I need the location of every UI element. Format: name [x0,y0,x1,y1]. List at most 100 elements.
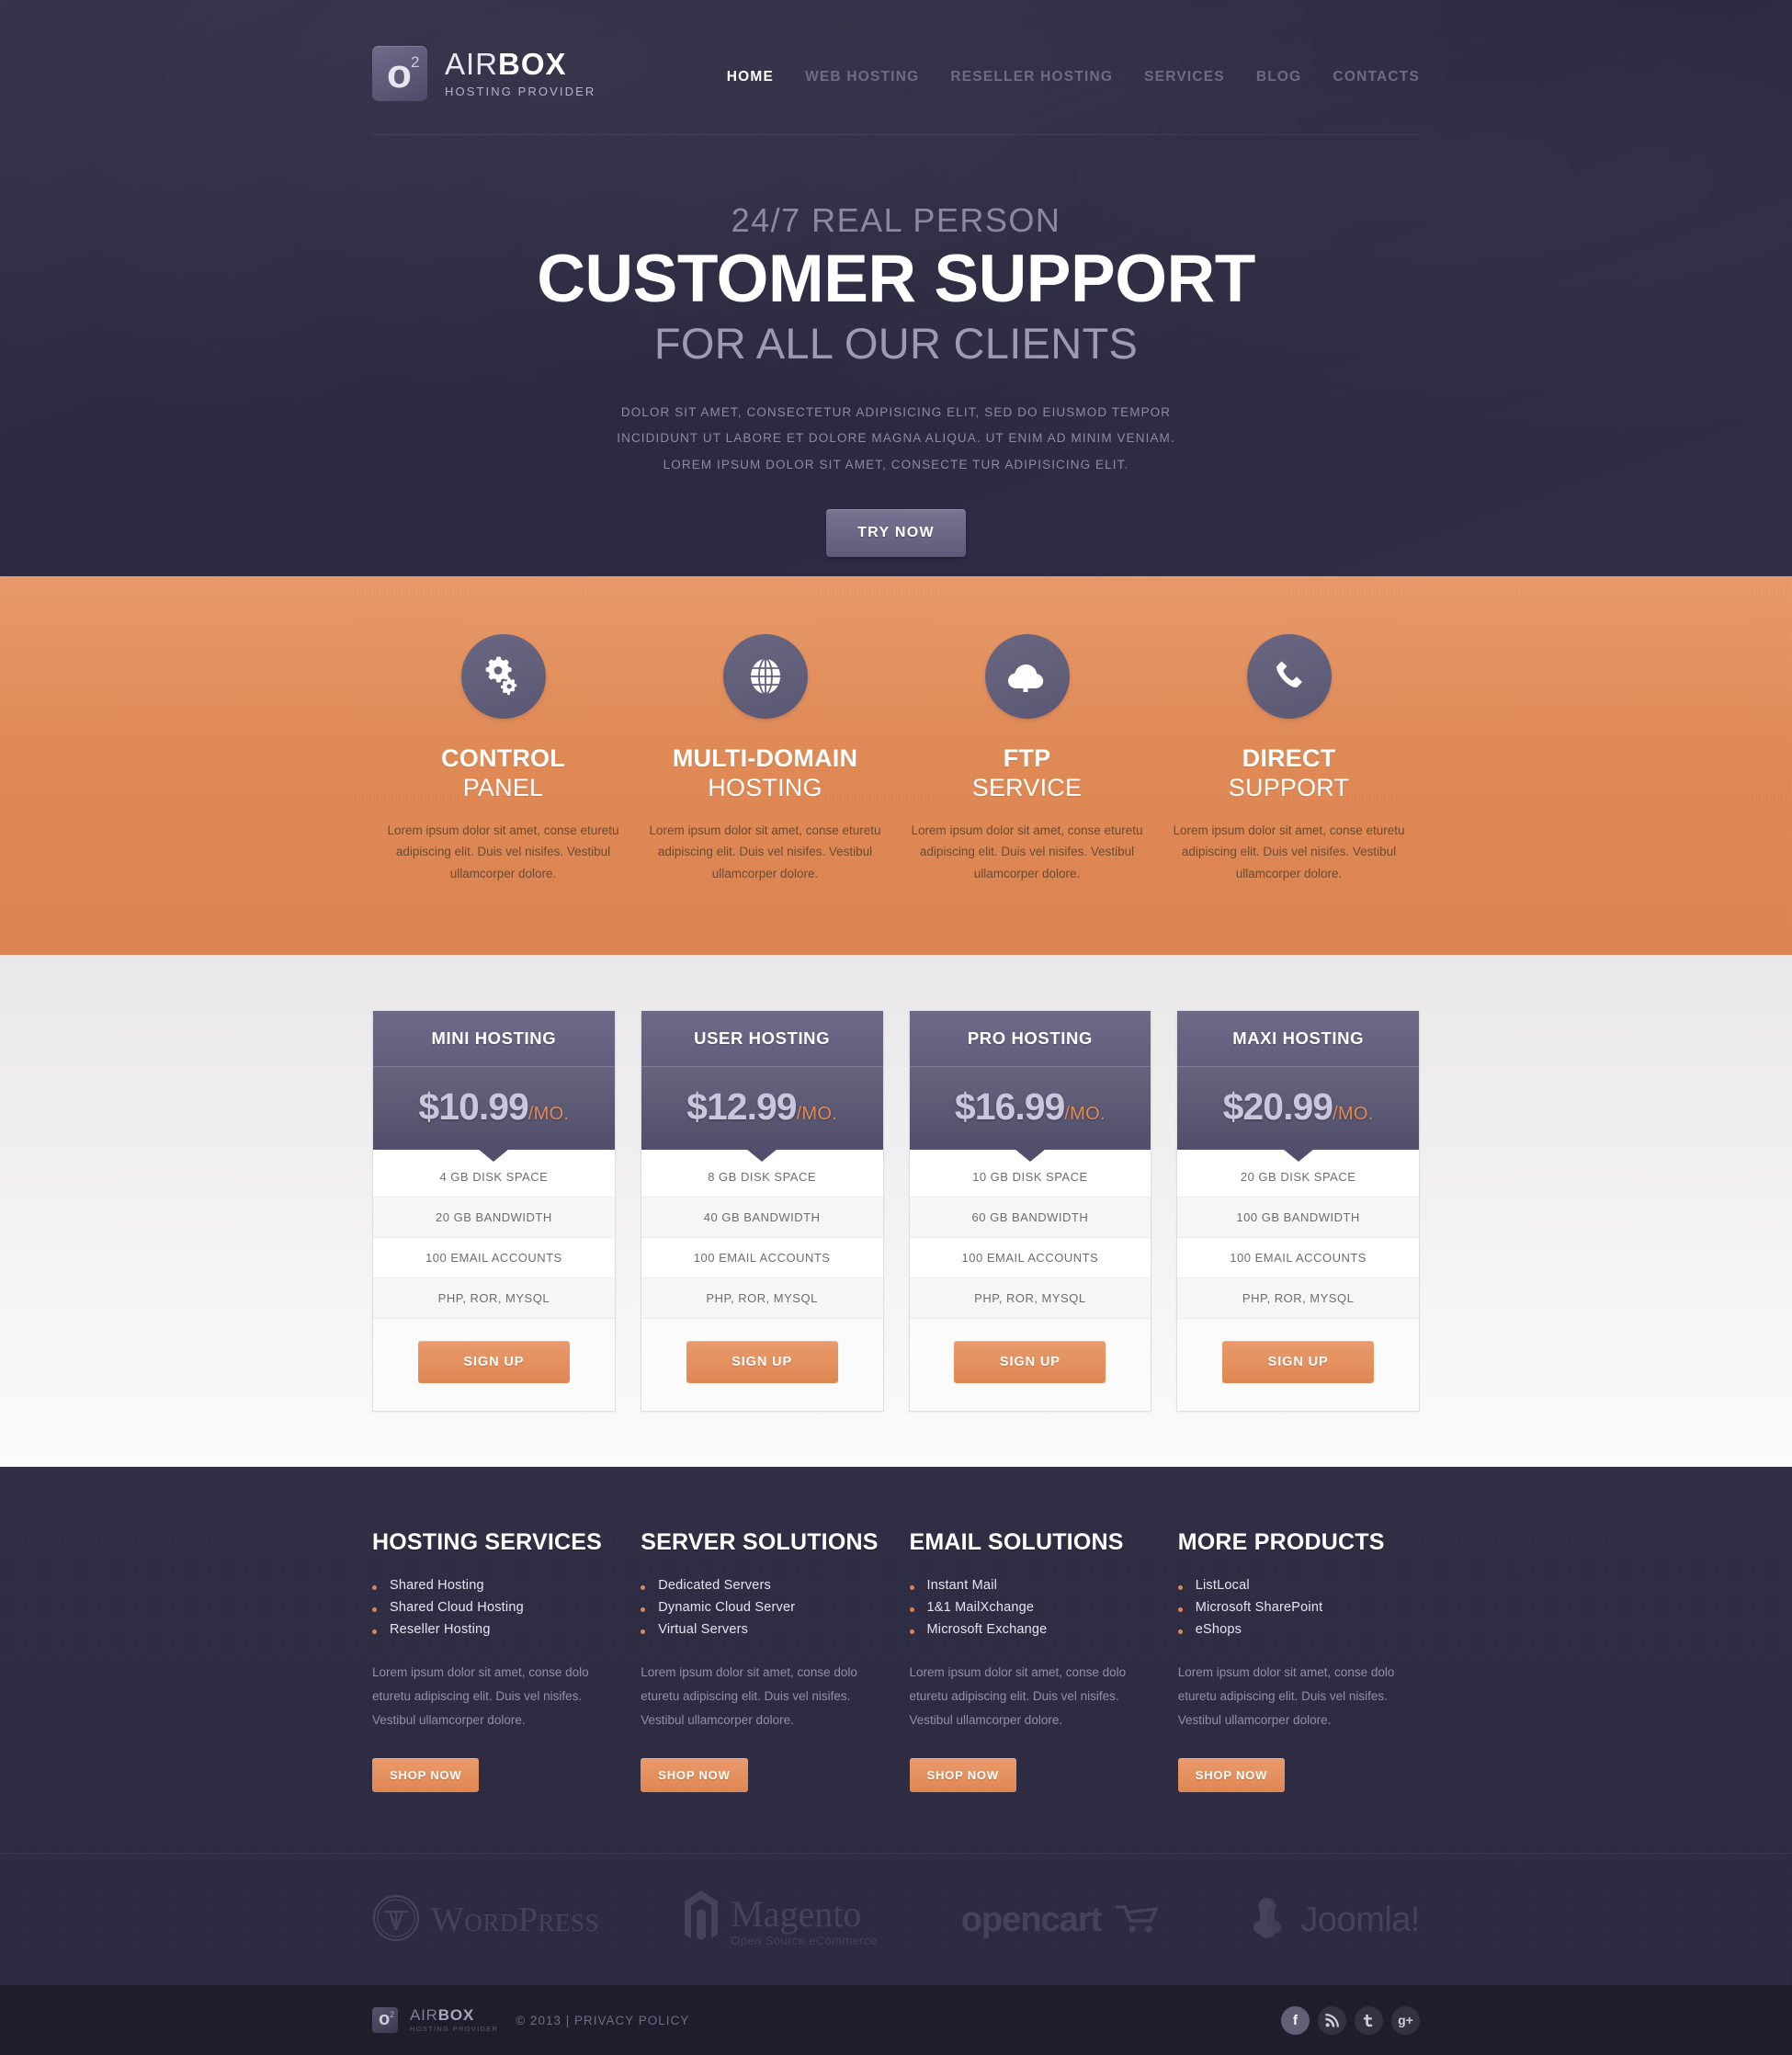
shop-now-button[interactable]: SHOP NOW [909,1757,1016,1792]
feature-control-panel: CONTROL PANEL Lorem ipsum dolor sit amet,… [372,634,634,885]
sign-up-button[interactable]: SIGN UP [417,1340,570,1383]
footer-text: Lorem ipsum dolor sit amet, conse dolo e… [372,1664,589,1728]
site-logo[interactable]: o 2 AIRBOX HOSTING PROVIDER [372,46,595,101]
feature-title-thin: SUPPORT [1228,773,1350,801]
brand-name: WordPress [431,1901,600,1940]
page-root: o 2 AIRBOX HOSTING PROVIDER HOME WEB HOS… [0,0,1792,2055]
footer-link[interactable]: Reseller Hosting [372,1618,614,1641]
plan-footer: SIGN UP [1177,1318,1419,1411]
footer-link[interactable]: Dynamic Cloud Server [641,1596,882,1618]
globe-icon [722,634,808,719]
feature-multi-domain-hosting: MULTI-DOMAIN HOSTING Lorem ipsum dolor si… [634,634,896,885]
plan-feature: PHP, ROR, MYSQL [641,1277,883,1319]
nav-item-contacts[interactable]: CONTACTS [1333,69,1420,85]
copyright-text[interactable]: © 2013 | PRIVACY POLICY [516,2014,689,2027]
footer-logo-name: AIRBOX [410,2007,498,2023]
nav-item-services[interactable]: SERVICES [1144,69,1225,85]
shop-now-button[interactable]: SHOP NOW [641,1757,748,1792]
plan-price-block: $10.99/MO. [373,1066,615,1150]
footer-link[interactable]: Instant Mail [909,1574,1151,1596]
feature-title-thin: HOSTING [708,773,822,801]
plan-period: /MO. [1064,1103,1106,1124]
footer-link[interactable]: eShops [1177,1618,1420,1641]
feature-title-thin: PANEL [462,773,544,801]
plan-price: $10.99 [418,1084,528,1128]
pricing-card-pro: PRO HOSTING $16.99/MO. 10 GB DISK SPACE … [908,1009,1152,1412]
features-section: CONTROL PANEL Lorem ipsum dolor sit amet,… [0,576,1792,955]
plan-period: /MO. [527,1103,570,1124]
footer-heading: SERVER SOLUTIONS [641,1528,879,1555]
plan-name: MINI HOSTING [373,1010,615,1067]
footer-link[interactable]: Microsoft SharePoint [1177,1596,1420,1618]
logo-mark-icon: o 2 [372,2007,398,2034]
logo-superscript: 2 [390,2010,395,2020]
google-plus-icon[interactable]: g+ [1391,2005,1420,2035]
feature-title: CONTROL PANEL [385,744,621,803]
feature-ftp-service: FTP SERVICE Lorem ipsum dolor sit amet, c… [896,634,1158,885]
plan-name: PRO HOSTING [909,1010,1151,1067]
plan-feature: 60 GB BANDWIDTH [909,1197,1151,1238]
brand-magento[interactable]: Magento Open Source eCommerce [683,1889,877,1952]
rss-icon[interactable] [1318,2005,1346,2035]
nav-item-blog[interactable]: BLOG [1256,69,1302,85]
plan-feature: 100 EMAIL ACCOUNTS [1177,1237,1419,1278]
feature-title-bold: MULTI-DOMAIN [672,744,858,772]
footer-link[interactable]: 1&1 MailXchange [909,1596,1151,1618]
plan-footer: SIGN UP [641,1318,883,1411]
shop-now-button[interactable]: SHOP NOW [1177,1757,1286,1792]
feature-direct-support: DIRECT SUPPORT Lorem ipsum dolor sit amet… [1158,634,1420,885]
brand-opencart[interactable]: opencart [961,1901,1162,1940]
nav-item-reseller-hosting[interactable]: RESELLER HOSTING [950,69,1113,85]
brand-wordpress[interactable]: WordPress [372,1894,599,1947]
twitter-icon[interactable] [1355,2005,1383,2035]
features-row: CONTROL PANEL Lorem ipsum dolor sit amet,… [372,634,1420,885]
footer-text: Lorem ipsum dolor sit amet, conse dolo e… [641,1664,857,1728]
brand-name: Magento [731,1893,862,1936]
brand-sub: Open Source eCommerce [731,1934,878,1948]
feature-text: Lorem ipsum dolor sit amet, conse eturet… [1173,823,1405,880]
sign-up-button[interactable]: SIGN UP [686,1340,838,1383]
sign-up-button[interactable]: SIGN UP [954,1340,1106,1383]
hero-kicker: 24/7 REAL PERSON [731,201,1061,239]
footer-link[interactable]: Shared Cloud Hosting [372,1596,614,1618]
feature-title: FTP SERVICE [909,744,1145,803]
footer-logo[interactable]: o 2 AIRBOX HOSTING PROVIDER © 2013 | PRI… [372,2007,689,2034]
footer-link[interactable]: Dedicated Servers [641,1574,882,1596]
plan-feature-list: 20 GB DISK SPACE 100 GB BANDWIDTH 100 EM… [1177,1149,1419,1319]
nav-item-web-hosting[interactable]: WEB HOSTING [805,69,919,85]
footer-columns: HOSTING SERVICES Shared Hosting Shared C… [372,1529,1420,1853]
logo-superscript: 2 [411,53,420,71]
nav-item-home[interactable]: HOME [727,69,774,85]
shop-now-button[interactable]: SHOP NOW [372,1757,480,1792]
opencart-cart-icon [1112,1902,1162,1939]
footer-column-server-solutions: SERVER SOLUTIONS Dedicated Servers Dynam… [641,1529,882,1792]
gears-icon [460,634,546,719]
footer-logo-wordmark: AIRBOX HOSTING PROVIDER [410,2007,498,2033]
footer-heading: HOSTING SERVICES [372,1528,603,1555]
phone-icon [1246,634,1332,719]
footer-heading: MORE PRODUCTS [1177,1528,1385,1555]
logo-tagline: HOSTING PROVIDER [445,85,596,98]
pricing-section: MINI HOSTING $10.99/MO. 4 GB DISK SPACE … [0,954,1792,1467]
cloud-upload-icon [984,634,1070,719]
footer-text: Lorem ipsum dolor sit amet, conse dolo e… [1177,1664,1395,1728]
footer-link[interactable]: Virtual Servers [641,1618,882,1641]
plan-price-block: $12.99/MO. [641,1066,883,1150]
copyright-row: o 2 AIRBOX HOSTING PROVIDER © 2013 | PRI… [372,2005,1420,2035]
plan-feature-list: 10 GB DISK SPACE 60 GB BANDWIDTH 100 EMA… [909,1149,1151,1319]
footer-link[interactable]: Microsoft Exchange [909,1618,1151,1641]
sign-up-button[interactable]: SIGN UP [1222,1340,1375,1383]
plan-footer: SIGN UP [909,1318,1151,1411]
footer-link[interactable]: Shared Hosting [372,1574,614,1596]
plan-price: $16.99 [954,1084,1065,1128]
footer-logo-tagline: HOSTING PROVIDER [410,2025,499,2034]
joomla-icon [1245,1895,1289,1946]
logo-mark-icon: o 2 [372,46,427,101]
try-now-button[interactable]: TRY NOW [826,508,966,557]
facebook-icon[interactable]: f [1281,2005,1310,2035]
plan-period: /MO. [1333,1103,1374,1124]
plan-feature: PHP, ROR, MYSQL [909,1277,1151,1319]
footer-link[interactable]: ListLocal [1177,1574,1420,1596]
brand-joomla[interactable]: Joomla! [1245,1895,1420,1946]
pricing-card-mini: MINI HOSTING $10.99/MO. 4 GB DISK SPACE … [372,1009,616,1412]
